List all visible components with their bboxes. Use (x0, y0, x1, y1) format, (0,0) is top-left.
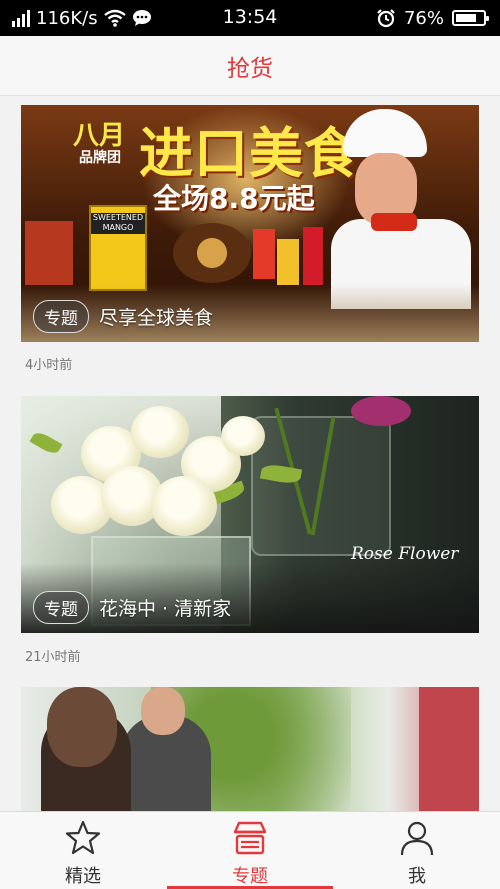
page-header: 抢货 (0, 36, 500, 96)
topic-tag: 专题 (33, 300, 89, 333)
snack-can-image (303, 227, 323, 285)
topic-card-couple[interactable] (21, 687, 479, 811)
cookie-tin-image (173, 223, 251, 283)
battery-icon (452, 10, 489, 26)
tab-label: 我 (408, 866, 426, 887)
chef-image (331, 109, 471, 309)
mango-product-image: SWEETENED MANGO (89, 205, 147, 291)
card-timestamp: 4小时前 (25, 358, 73, 373)
rose-image (151, 476, 217, 536)
card-title: 尽享全球美食 (99, 307, 214, 329)
snack-can-image (253, 229, 275, 279)
shop-icon (233, 821, 267, 855)
card-caption: 专题 尽享全球美食 (33, 300, 213, 333)
curtain-image (419, 687, 479, 811)
battery-percent: 76% (403, 7, 444, 29)
snack-can-image (277, 239, 299, 285)
tab-label: 精选 (65, 866, 101, 887)
card-title: 花海中 · 清新家 (99, 598, 232, 620)
topic-tag: 专题 (33, 591, 89, 624)
card-timestamp: 21小时前 (25, 650, 81, 665)
banner-script-text: Rose Flower (351, 544, 459, 564)
rose-image (131, 406, 189, 458)
tab-me[interactable]: 我 (334, 812, 500, 889)
pink-flower-image (351, 396, 411, 426)
card-caption: 专题 花海中 · 清新家 (33, 591, 231, 624)
tab-topics[interactable]: 专题 (167, 812, 333, 889)
bottom-tab-bar: 精选 专题 我 (0, 811, 500, 889)
tab-label: 专题 (232, 866, 268, 887)
alarm-icon (377, 9, 395, 28)
tab-featured[interactable]: 精选 (0, 812, 166, 889)
banner-promo: 全场8.8元起 (153, 182, 315, 215)
woman-image (47, 687, 117, 767)
status-bar: 116K/s 13:54 76% (0, 0, 500, 36)
topic-feed[interactable]: 八月 品牌团 进口美食 全场8.8元起 SWEETENED MANGO 专题 尽… (0, 97, 500, 811)
banner-brand: 品牌团 (79, 150, 121, 166)
topic-card-flowers[interactable]: Rose Flower 专题 花海中 · 清新家 (21, 396, 479, 633)
product-box-image (25, 221, 73, 285)
star-icon (65, 820, 101, 855)
person-icon (400, 821, 434, 856)
page-title: 抢货 (227, 55, 273, 82)
rose-image (221, 416, 265, 456)
topic-card-global-food[interactable]: 八月 品牌团 进口美食 全场8.8元起 SWEETENED MANGO 专题 尽… (21, 105, 479, 342)
man-image (141, 687, 185, 735)
